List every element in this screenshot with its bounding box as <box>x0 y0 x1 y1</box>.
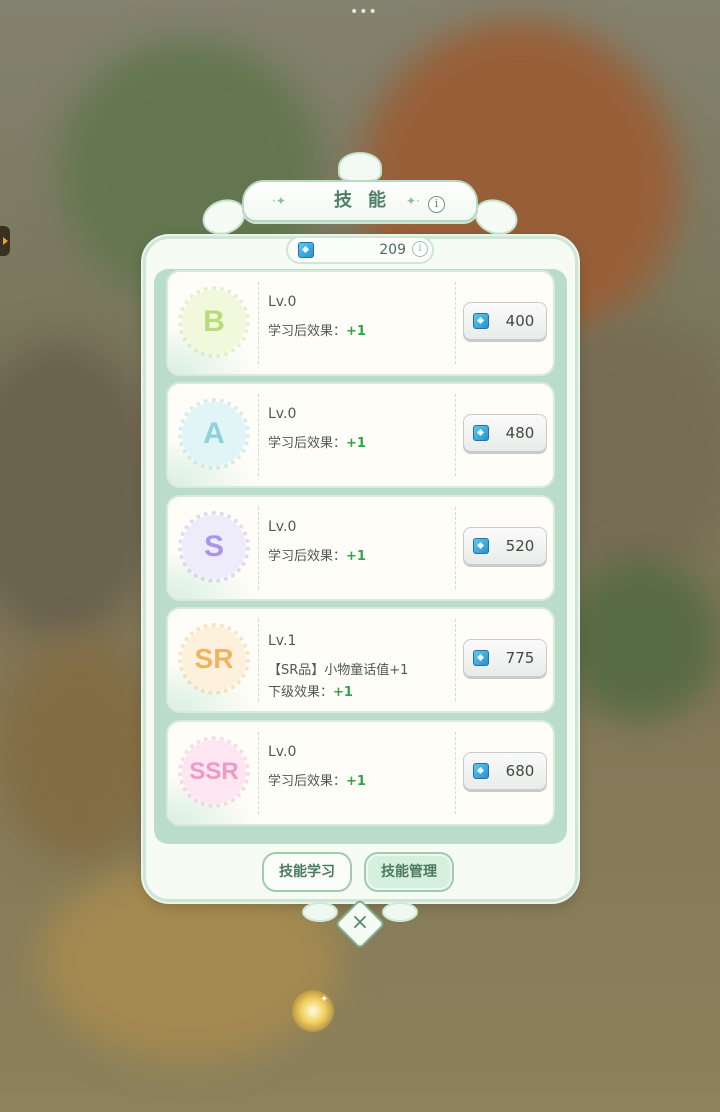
gem-icon <box>473 763 489 779</box>
learn-cost-button[interactable]: 680 <box>463 752 547 790</box>
learn-cost-button[interactable]: 400 <box>463 302 547 340</box>
sparkle-orb-icon[interactable]: ✦ <box>292 990 334 1032</box>
title-banner: ·✦ ✦· 技能 i <box>197 150 523 241</box>
close-icon[interactable]: × <box>342 906 378 942</box>
learn-cost-button[interactable]: 480 <box>463 414 547 452</box>
gem-icon <box>473 538 489 554</box>
more-menu-icon[interactable]: ••• <box>350 5 377 19</box>
info-icon[interactable]: i <box>428 196 445 213</box>
grade-badge-ssr: SSR <box>178 736 250 808</box>
gem-icon <box>473 313 489 329</box>
ornament-right <box>382 902 418 922</box>
skill-effect: 下级效果：+1 <box>268 685 353 700</box>
learn-cost-button[interactable]: 775 <box>463 639 547 677</box>
gem-icon <box>473 650 489 666</box>
ornament-left <box>302 902 338 922</box>
side-expand-tab[interactable] <box>0 226 10 256</box>
skill-effect: 学习后效果：+1 <box>268 324 366 339</box>
grade-badge-sr: SR <box>178 623 250 695</box>
close-control: × <box>300 896 420 952</box>
info-icon[interactable]: i <box>412 241 428 257</box>
skill-row-b: B Lv.0 学习后效果：+1 400 <box>166 270 555 376</box>
gem-icon <box>298 242 314 258</box>
gem-icon <box>473 425 489 441</box>
grade-badge-a: A <box>178 398 250 470</box>
skill-effect: 学习后效果：+1 <box>268 774 366 789</box>
skill-effect: 学习后效果：+1 <box>268 549 366 564</box>
skill-level: Lv.0 <box>268 294 297 310</box>
tab-skill-learn[interactable]: 技能学习 <box>262 852 352 892</box>
currency-value: 209 <box>379 242 406 258</box>
page-title: 技能 <box>334 190 402 211</box>
skill-row-s: S Lv.0 学习后效果：+1 520 <box>166 495 555 601</box>
grade-badge-b: B <box>178 286 250 358</box>
learn-cost-button[interactable]: 520 <box>463 527 547 565</box>
grade-badge-s: S <box>178 511 250 583</box>
skill-row-a: A Lv.0 学习后效果：+1 480 <box>166 382 555 488</box>
skill-level: Lv.1 <box>268 633 297 649</box>
skill-level: Lv.0 <box>268 519 297 535</box>
currency-bar: 209 i <box>286 236 434 264</box>
tab-skill-manage[interactable]: 技能管理 <box>364 852 454 892</box>
skill-level: Lv.0 <box>268 744 297 760</box>
skill-row-ssr: SSR Lv.0 学习后效果：+1 680 <box>166 720 555 826</box>
ornament-crown <box>338 152 382 182</box>
skill-row-sr: SR Lv.1 【SR品】小物童话值+1 下级效果：+1 775 <box>166 607 555 713</box>
skill-level: Lv.0 <box>268 406 297 422</box>
skill-description: 【SR品】小物童话值+1 <box>268 663 409 678</box>
skill-effect: 学习后效果：+1 <box>268 436 366 451</box>
